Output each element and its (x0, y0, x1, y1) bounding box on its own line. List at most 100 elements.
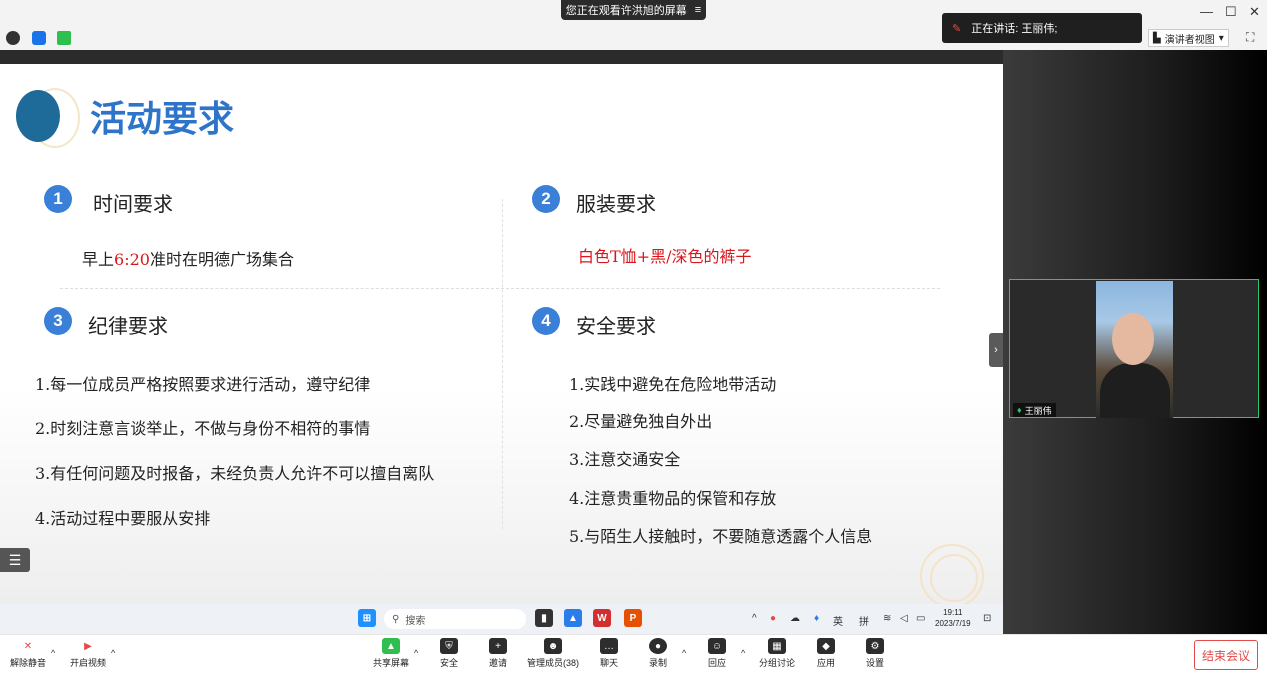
unmute-label: 解除静音 (10, 658, 47, 668)
collapse-panel-button[interactable]: › (989, 333, 1003, 367)
maximize-icon[interactable]: ☐ (1225, 4, 1237, 20)
apps-label: 应用 (817, 658, 836, 668)
section-number-3: 3 (44, 307, 72, 335)
clock-time: 19:11 (943, 608, 963, 617)
search-icon: ⚲ (392, 613, 400, 625)
ime-mode[interactable]: 拼 (859, 613, 869, 628)
speaking-text: 正在讲话: 王丽伟; (971, 23, 1058, 35)
chevron-down-icon: ▾ (1218, 32, 1224, 44)
security-label: 安全 (440, 658, 459, 668)
end-meeting-button[interactable]: 结束会议 (1194, 640, 1258, 670)
chat-label: 聊天 (600, 658, 619, 668)
video-options-chevron-icon[interactable]: ^ (111, 648, 115, 658)
horizontal-divider (60, 288, 940, 289)
wps-icon[interactable]: W (593, 609, 611, 627)
video-off-icon: ▶ (79, 638, 97, 654)
share-screen-label: 共享屏幕 (373, 658, 410, 668)
presenter-view-dropdown[interactable]: ▙ 演讲者视图 ▾ (1148, 29, 1229, 47)
time-prefix: 早上 (82, 250, 115, 269)
reactions-button[interactable]: ☺ 回应 (708, 638, 726, 669)
meeting-controls-bar (0, 634, 1267, 674)
task-view-icon[interactable]: ▮ (535, 609, 553, 627)
mic-icon[interactable]: ♦ (814, 613, 819, 624)
discipline-item: 1.每一位成员严格按照要求进行活动，遵守纪律 (35, 375, 371, 394)
close-icon[interactable]: ✕ (1249, 4, 1260, 20)
mic-on-icon: ♦ (1017, 405, 1022, 415)
ppt-icon[interactable]: P (624, 609, 642, 627)
share-options-chevron-icon[interactable]: ^ (414, 648, 418, 658)
share-screen-icon: ▲ (382, 638, 400, 654)
title-decoration-circle (16, 90, 60, 142)
reactions-options-chevron-icon[interactable]: ^ (741, 648, 745, 658)
apps-button[interactable]: ◆ 应用 (817, 638, 835, 669)
participant-video (1096, 281, 1173, 418)
share-screen-button[interactable]: ▲ 共享屏幕 (373, 638, 409, 669)
settings-button[interactable]: ⚙ 设置 (866, 638, 884, 669)
participant-body (1100, 363, 1170, 418)
speaking-indicator: ✎ 正在讲话: 王丽伟; (942, 13, 1142, 43)
section-title-time: 时间要求 (93, 192, 173, 216)
record-label: 录制 (649, 658, 668, 668)
taskbar-search[interactable]: ⚲ 搜索 (384, 609, 526, 629)
battery-icon[interactable]: ▭ (916, 613, 925, 624)
settings-label: 设置 (866, 658, 885, 668)
ime-language[interactable]: 英 (833, 613, 843, 628)
decoration-ring (930, 554, 978, 602)
manage-members-button[interactable]: ☻ 管理成员(38) (527, 638, 579, 669)
discipline-item: 3.有任何问题及时报备，未经负责人允许不可以擅自离队 (35, 464, 435, 483)
section-title-safety: 安全要求 (576, 314, 656, 338)
time-hour: 6 (114, 250, 125, 269)
time-suffix: 准时在明德广场集合 (149, 250, 294, 269)
reaction-icon: ☺ (708, 638, 726, 654)
meeting-app-icon[interactable]: ▲ (564, 609, 582, 627)
invite-button[interactable]: + 邀请 (489, 638, 507, 669)
apps-icon: ◆ (817, 638, 835, 654)
discipline-item: 2.时刻注意言谈举止，不做与身份不相符的事情 (35, 419, 371, 438)
slide-menu-button[interactable]: ☰ (0, 548, 30, 572)
fullscreen-icon[interactable]: ⛶ (1246, 30, 1254, 45)
cloud-icon[interactable]: ☁ (790, 613, 800, 624)
audio-options-chevron-icon[interactable]: ^ (51, 648, 55, 658)
participant-face (1112, 313, 1154, 365)
section-number-2: 2 (532, 185, 560, 213)
volume-icon[interactable]: ◁ (900, 613, 908, 624)
members-label: 管理成员(38) (527, 658, 580, 668)
time-minute: 20 (129, 250, 150, 269)
unmute-button[interactable]: ✕ 解除静音 (10, 638, 46, 669)
gear-icon: ⚙ (866, 638, 884, 654)
participant-name: 王丽伟 (1024, 405, 1052, 416)
clock-date: 2023/7/19 (935, 619, 971, 628)
share-banner-text: 您正在观看许洪旭的屏幕 (565, 5, 687, 17)
slide-title: 活动要求 (90, 99, 235, 140)
reactions-label: 回应 (708, 658, 727, 668)
minimize-icon[interactable]: — (1200, 4, 1213, 19)
shared-screen-top-edge (0, 50, 1003, 64)
screen-share-banner[interactable]: 您正在观看许洪旭的屏幕 ≡ (561, 0, 706, 20)
presenter-view-label: 演讲者视图 (1164, 34, 1215, 46)
shield-icon[interactable] (32, 31, 46, 45)
time-requirement-text: 早上6:20准时在明德广场集合 (82, 246, 294, 270)
safety-item: 5.与陌生人接触时，不要随意透露个人信息 (569, 527, 873, 546)
start-video-button[interactable]: ▶ 开启视频 (70, 638, 106, 669)
section-title-discipline: 纪律要求 (88, 314, 168, 338)
wifi-icon[interactable]: ≋ (883, 613, 891, 624)
banner-menu-icon[interactable]: ≡ (695, 4, 701, 16)
participant-name-tag: ♦ 王丽伟 (1013, 403, 1056, 417)
info-icon[interactable] (6, 31, 20, 45)
safety-item: 4.注意贵重物品的保管和存放 (569, 489, 777, 508)
record-options-chevron-icon[interactable]: ^ (682, 648, 686, 658)
start-video-label: 开启视频 (70, 658, 107, 668)
breakout-rooms-button[interactable]: ▦ 分组讨论 (759, 638, 795, 669)
signal-icon[interactable] (57, 31, 71, 45)
mic-muted-icon: ✎ (952, 22, 962, 35)
taskbar-clock[interactable]: 19:11 2023/7/19 (935, 607, 971, 629)
notification-icon[interactable]: ⊡ (983, 613, 991, 624)
security-button[interactable]: ⛨ 安全 (440, 638, 458, 669)
start-icon[interactable]: ⊞ (358, 609, 376, 627)
tray-app-icon[interactable]: ● (770, 613, 776, 624)
tray-chevron-icon[interactable]: ^ (752, 613, 757, 624)
section-number-4: 4 (532, 307, 560, 335)
section-title-dress: 服装要求 (576, 192, 656, 216)
record-button[interactable]: ● 录制 (649, 638, 667, 669)
chat-button[interactable]: … 聊天 (600, 638, 618, 669)
